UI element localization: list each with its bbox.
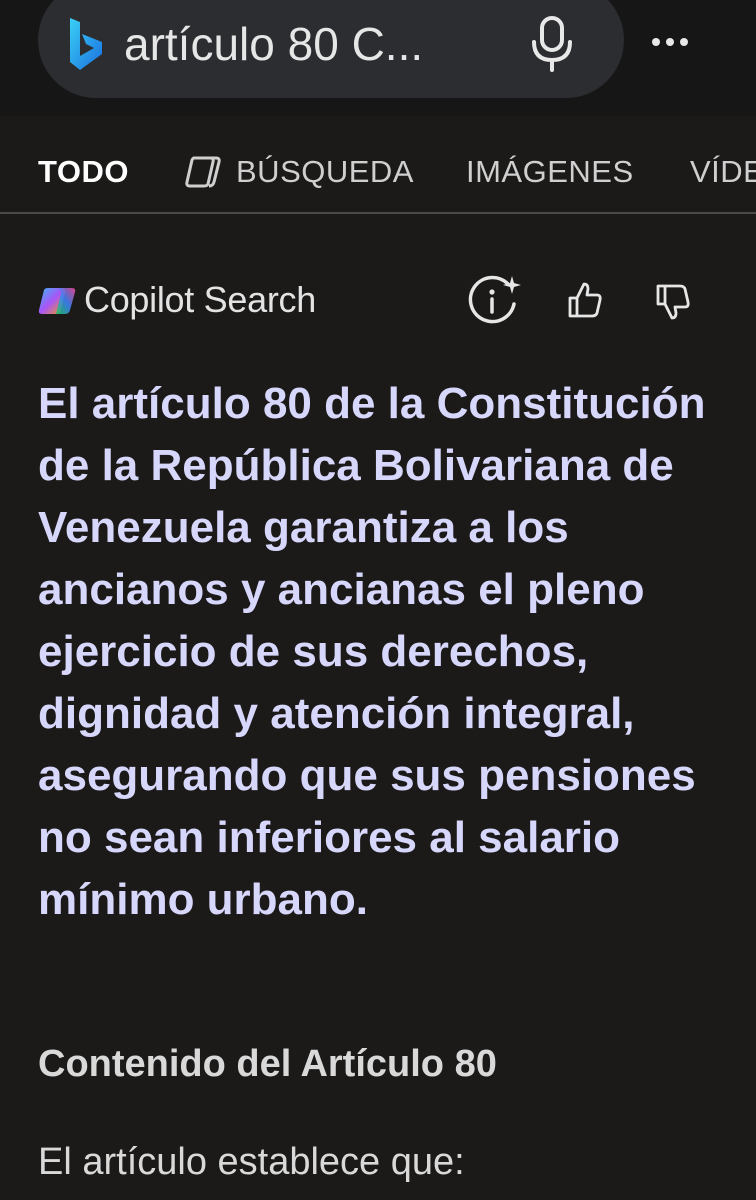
copilot-logo-icon	[38, 288, 76, 314]
copilot-search-icon[interactable]	[184, 154, 222, 190]
copilot-search-title: Copilot Search	[84, 279, 316, 320]
section-body-text: El artículo establece que:	[38, 1141, 465, 1183]
search-query[interactable]: artículo 80 C...	[124, 14, 423, 74]
tab-bar: TODO BÚSQUEDA IMÁGENES VÍDE	[0, 116, 756, 214]
copilot-answer: El artículo 80 de la Constitución de la …	[38, 379, 706, 924]
bing-logo-icon[interactable]	[66, 16, 106, 72]
thumbs-up-icon[interactable]	[566, 280, 604, 320]
top-bar: artículo 80 C...	[0, 0, 756, 116]
tab-todo[interactable]: TODO	[38, 154, 129, 190]
thumbs-down-icon[interactable]	[654, 282, 692, 322]
more-dots-icon[interactable]	[648, 24, 692, 60]
info-sparkle-icon[interactable]	[468, 270, 524, 326]
tab-busqueda[interactable]: BÚSQUEDA	[236, 154, 414, 190]
microphone-icon[interactable]	[528, 14, 576, 72]
copilot-header: Copilot Search	[0, 270, 756, 334]
section-heading: Contenido del Artículo 80	[38, 1043, 497, 1085]
tab-imagenes[interactable]: IMÁGENES	[466, 154, 634, 190]
tab-videos[interactable]: VÍDE	[690, 154, 756, 190]
